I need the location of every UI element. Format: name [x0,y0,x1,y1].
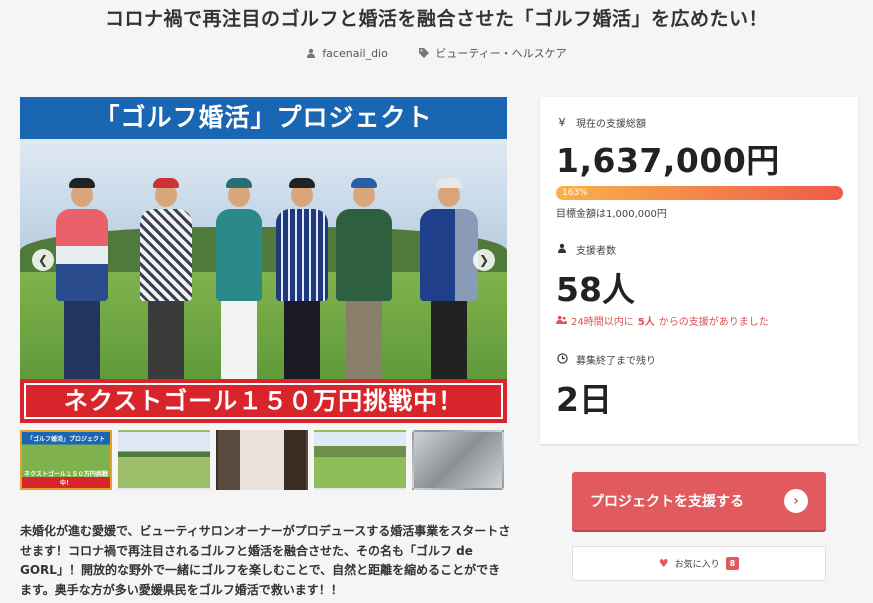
supporters-count: 58人 [556,270,635,309]
thumbnail-2[interactable] [118,430,210,490]
tag-icon [419,48,430,58]
thumbnail-1[interactable]: 「ゴルフ婚活」プロジェクト ネクストゴール１５０万円挑戦中！ [20,430,112,490]
remaining-label-row: 募集終了まで残り [556,352,842,367]
clock-icon [556,352,568,367]
thumbnail-3[interactable] [216,430,308,490]
total-amount: 1,637,000円 [556,141,780,180]
author-link[interactable]: facenail_dio [306,47,388,60]
favorite-label: お気に入り [674,560,720,570]
support-button-label: プロジェクトを支援する [590,494,744,510]
progress-percent: 163% [562,188,588,198]
page-title: コロナ禍で再注目のゴルフと婚活を融合させた「ゴルフ婚活」を広めたい！ [104,8,768,30]
supporters-label-row: 支援者数 [556,242,842,257]
favorite-button[interactable]: ♥ お気に入り 8 [572,546,826,581]
favorite-count-badge: 8 [725,557,740,570]
recent-supporters-note: 24時間以内に 5人 からの支援がありました [556,313,842,328]
thumbnail-4[interactable] [314,430,406,490]
users-icon [556,315,567,327]
chevron-right-icon: › [784,489,808,513]
funding-progress-bar: 163% [556,186,843,200]
prev-image-button[interactable]: ❮ [32,249,54,271]
thumbnail-label-top: 「ゴルフ婚活」プロジェクト [26,436,105,443]
remaining-days: 2日 [556,380,612,419]
golfer-figure [216,178,262,379]
funding-stats-panel: ¥ 現在の支援総額 1,637,000円 163% 目標金額は1,000,000… [540,97,858,444]
author-name: facenail_dio [322,46,388,60]
image-banner-bottom: ネクストゴール１５０万円挑戦中！ [20,379,507,423]
supporters-label: 支援者数 [576,246,616,257]
user-icon [556,243,568,256]
golfer-figure [140,178,192,379]
main-project-image[interactable]: 「ゴルフ婚活」プロジェクト ❮ ❯ ネクストゴール１５０万円挑戦中！ [20,97,507,423]
golfer-figure [420,178,478,379]
recent-count: 5人 [637,317,655,328]
project-description: 未婚化が進む愛媛で、ビューティサロンオーナーがプロデュースする婚活事業をスタート… [20,524,511,597]
chevron-left-icon: ❮ [37,253,49,267]
user-icon [307,48,316,58]
remaining-label: 募集終了まで残り [576,356,656,367]
yen-icon: ¥ [558,116,566,129]
support-project-button[interactable]: プロジェクトを支援する › [572,472,826,530]
heart-icon: ♥ [658,557,669,570]
next-image-button[interactable]: ❯ [473,249,495,271]
thumbnail-label-bottom: ネクストゴール１５０万円挑戦中！ [24,471,108,487]
category-name: ビューティー・ヘルスケア [435,47,567,60]
thumbnail-strip: 「ゴルフ婚活」プロジェクト ネクストゴール１５０万円挑戦中！ [20,430,507,490]
total-amount-label: 現在の支援総額 [576,119,646,130]
chevron-right-icon: ❯ [478,253,490,267]
golfer-figure [336,178,392,379]
project-meta: facenail_dio ビューティー・ヘルスケア [0,45,873,61]
recent-suffix: からの支援がありました [658,317,769,328]
image-banner-top: 「ゴルフ婚活」プロジェクト [20,97,507,139]
total-amount-label-row: ¥ 現在の支援総額 [556,115,842,130]
thumbnail-5[interactable] [412,430,504,490]
category-link[interactable]: ビューティー・ヘルスケア [419,45,567,61]
golfer-figure [56,178,108,379]
recent-prefix: 24時間以内に [571,317,634,328]
goal-amount: 目標金額は1,000,000円 [556,209,667,220]
golfer-figure [276,178,328,379]
